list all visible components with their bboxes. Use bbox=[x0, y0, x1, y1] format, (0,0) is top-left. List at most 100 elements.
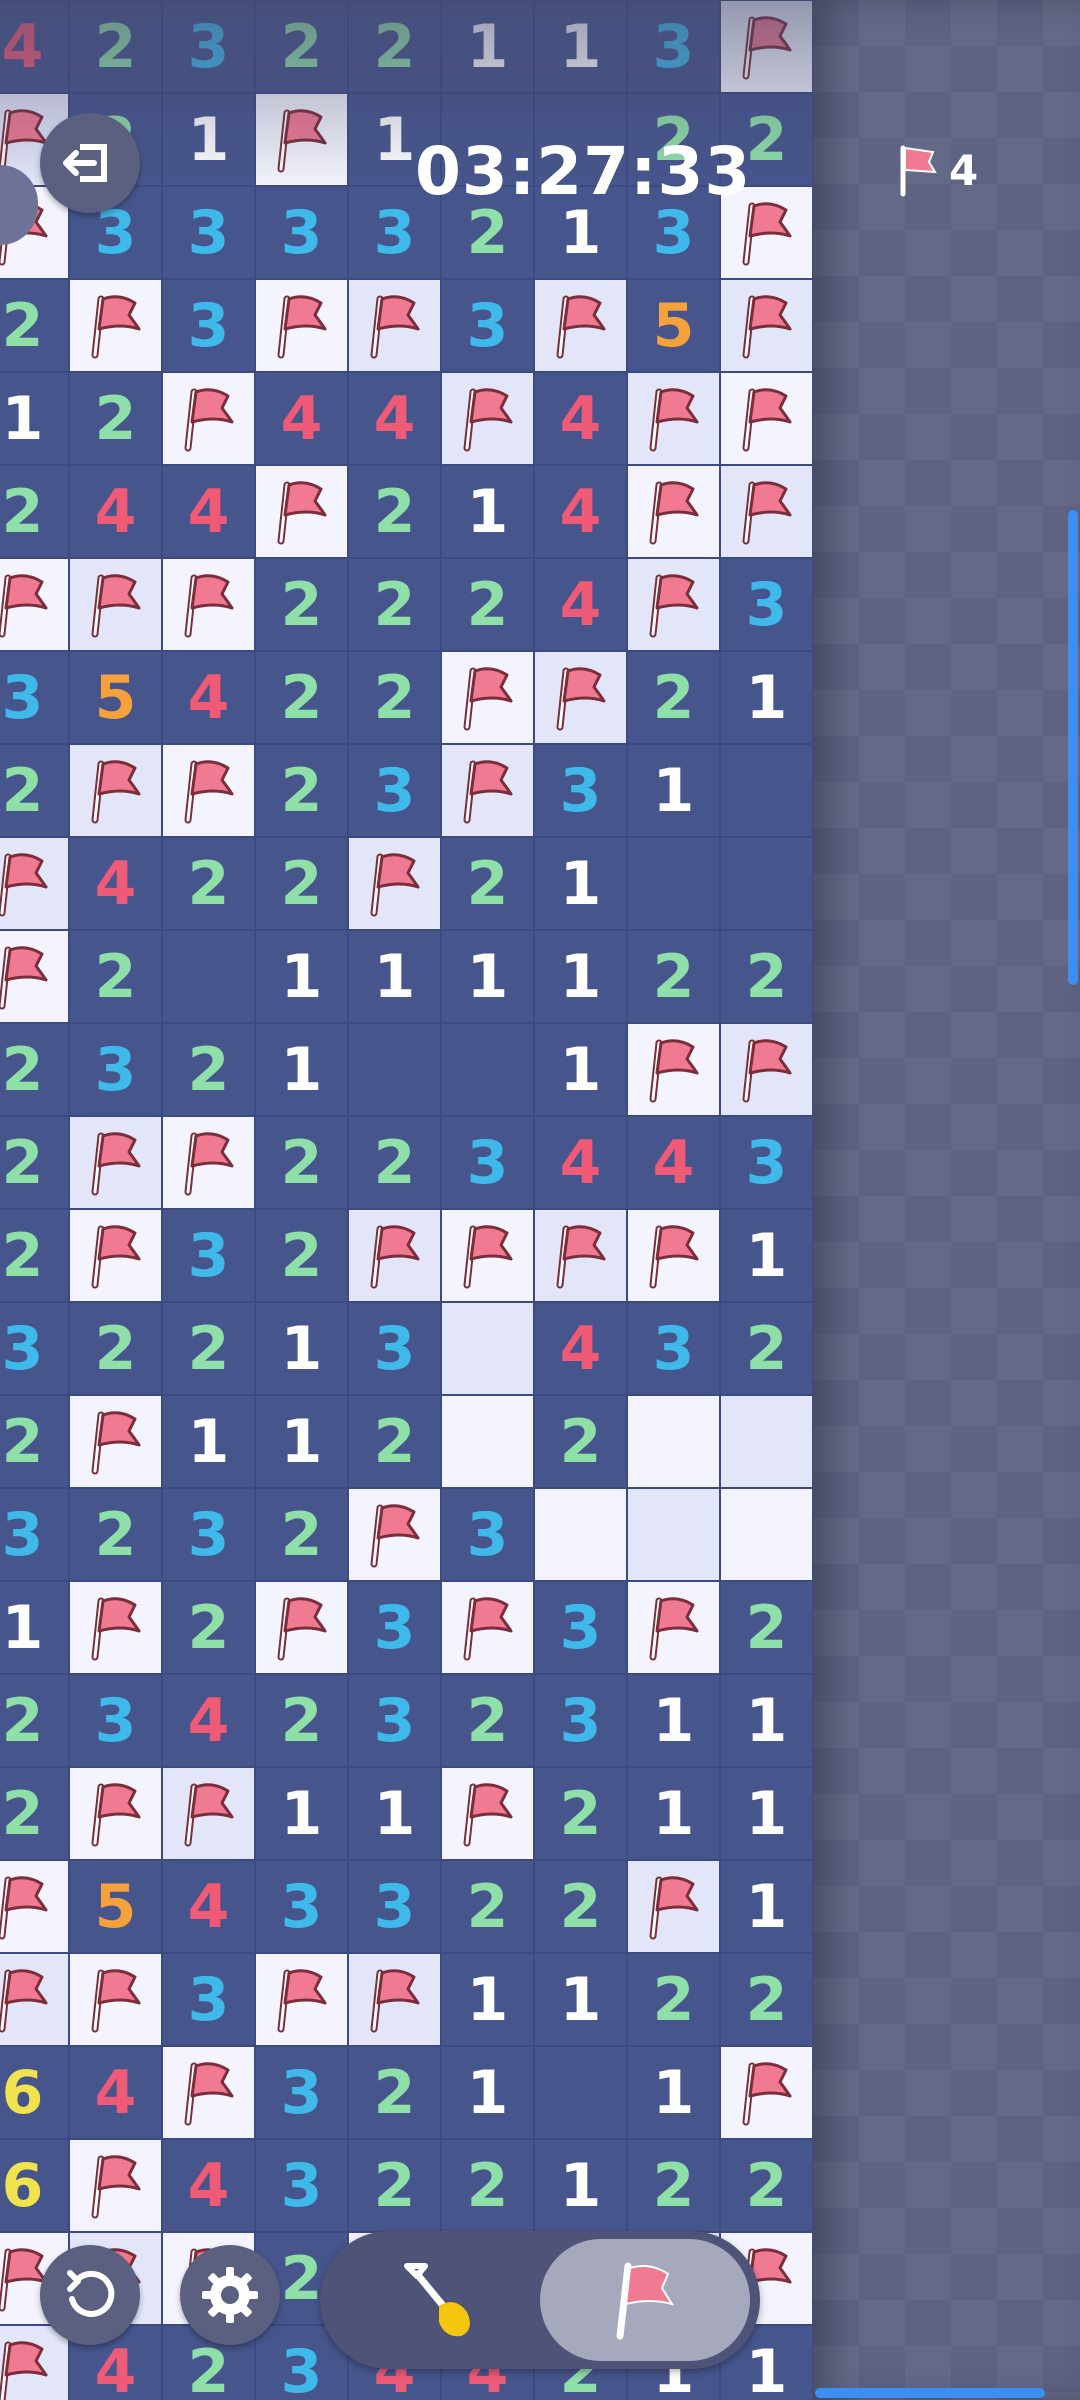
covered-cell[interactable] bbox=[720, 1488, 813, 1581]
number-cell[interactable]: 3 bbox=[348, 744, 441, 837]
number-cell[interactable]: 2 bbox=[627, 2139, 720, 2232]
number-cell[interactable]: 2 bbox=[348, 1116, 441, 1209]
number-cell[interactable]: 3 bbox=[441, 1488, 534, 1581]
flagged-cell[interactable] bbox=[0, 1953, 69, 2046]
number-cell[interactable]: 3 bbox=[720, 1116, 813, 1209]
number-cell[interactable]: 2 bbox=[720, 2139, 813, 2232]
empty-cell[interactable] bbox=[441, 1023, 534, 1116]
number-cell[interactable]: 1 bbox=[534, 837, 627, 930]
flagged-cell[interactable] bbox=[255, 1953, 348, 2046]
number-cell[interactable]: 3 bbox=[162, 279, 255, 372]
number-cell[interactable]: 4 bbox=[534, 372, 627, 465]
number-cell[interactable]: 3 bbox=[441, 279, 534, 372]
number-cell[interactable]: 3 bbox=[162, 186, 255, 279]
number-cell[interactable]: 2 bbox=[0, 1395, 69, 1488]
flagged-cell[interactable] bbox=[0, 837, 69, 930]
number-cell[interactable]: 2 bbox=[162, 837, 255, 930]
number-cell[interactable]: 2 bbox=[534, 1860, 627, 1953]
number-cell[interactable]: 2 bbox=[441, 1674, 534, 1767]
flagged-cell[interactable] bbox=[627, 558, 720, 651]
number-cell[interactable]: 2 bbox=[162, 1302, 255, 1395]
number-cell[interactable]: 1 bbox=[0, 1581, 69, 1674]
number-cell[interactable]: 3 bbox=[348, 1581, 441, 1674]
number-cell[interactable]: 2 bbox=[162, 1023, 255, 1116]
number-cell[interactable]: 4 bbox=[162, 2139, 255, 2232]
flagged-cell[interactable] bbox=[69, 1581, 162, 1674]
flagged-cell[interactable] bbox=[534, 651, 627, 744]
flagged-cell[interactable] bbox=[0, 558, 69, 651]
number-cell[interactable]: 4 bbox=[0, 0, 69, 93]
number-cell[interactable]: 4 bbox=[162, 651, 255, 744]
flagged-cell[interactable] bbox=[69, 1209, 162, 1302]
flagged-cell[interactable] bbox=[69, 1395, 162, 1488]
number-cell[interactable]: 5 bbox=[69, 1860, 162, 1953]
number-cell[interactable]: 1 bbox=[255, 930, 348, 1023]
flagged-cell[interactable] bbox=[348, 837, 441, 930]
scrollbar-horizontal[interactable] bbox=[815, 2388, 1045, 2398]
number-cell[interactable]: 3 bbox=[441, 1116, 534, 1209]
covered-cell[interactable] bbox=[627, 1395, 720, 1488]
number-cell[interactable]: 4 bbox=[255, 372, 348, 465]
number-cell[interactable]: 4 bbox=[534, 1116, 627, 1209]
number-cell[interactable]: 2 bbox=[69, 1302, 162, 1395]
number-cell[interactable]: 3 bbox=[162, 0, 255, 93]
number-cell[interactable]: 3 bbox=[534, 744, 627, 837]
number-cell[interactable]: 2 bbox=[69, 930, 162, 1023]
empty-cell[interactable] bbox=[720, 837, 813, 930]
number-cell[interactable]: 1 bbox=[534, 930, 627, 1023]
number-cell[interactable]: 2 bbox=[0, 1116, 69, 1209]
covered-cell[interactable] bbox=[534, 1488, 627, 1581]
number-cell[interactable]: 2 bbox=[69, 372, 162, 465]
number-cell[interactable]: 2 bbox=[348, 558, 441, 651]
number-cell[interactable]: 2 bbox=[0, 1767, 69, 1860]
flagged-cell[interactable] bbox=[69, 558, 162, 651]
number-cell[interactable]: 2 bbox=[627, 651, 720, 744]
empty-cell[interactable] bbox=[627, 837, 720, 930]
number-cell[interactable]: 2 bbox=[720, 1302, 813, 1395]
scrollbar-vertical[interactable] bbox=[1068, 510, 1078, 985]
covered-cell[interactable] bbox=[441, 1395, 534, 1488]
number-cell[interactable]: 3 bbox=[255, 2046, 348, 2139]
number-cell[interactable]: 2 bbox=[0, 1674, 69, 1767]
number-cell[interactable]: 1 bbox=[441, 1953, 534, 2046]
number-cell[interactable]: 5 bbox=[627, 279, 720, 372]
flagged-cell[interactable] bbox=[69, 744, 162, 837]
flagged-cell[interactable] bbox=[627, 1860, 720, 1953]
flagged-cell[interactable] bbox=[534, 279, 627, 372]
number-cell[interactable]: 2 bbox=[255, 651, 348, 744]
number-cell[interactable]: 2 bbox=[348, 2046, 441, 2139]
number-cell[interactable]: 1 bbox=[0, 372, 69, 465]
number-cell[interactable]: 4 bbox=[69, 837, 162, 930]
number-cell[interactable]: 1 bbox=[162, 93, 255, 186]
flagged-cell[interactable] bbox=[255, 1581, 348, 1674]
flagged-cell[interactable] bbox=[69, 2139, 162, 2232]
flagged-cell[interactable] bbox=[534, 1209, 627, 1302]
number-cell[interactable]: 2 bbox=[255, 558, 348, 651]
number-cell[interactable]: 2 bbox=[720, 930, 813, 1023]
flagged-cell[interactable] bbox=[720, 279, 813, 372]
flagged-cell[interactable] bbox=[255, 93, 348, 186]
number-cell[interactable]: 2 bbox=[441, 2139, 534, 2232]
number-cell[interactable]: 2 bbox=[441, 837, 534, 930]
number-cell[interactable]: 3 bbox=[69, 1674, 162, 1767]
number-cell[interactable]: 1 bbox=[348, 930, 441, 1023]
covered-cell[interactable] bbox=[441, 1302, 534, 1395]
number-cell[interactable]: 3 bbox=[348, 1860, 441, 1953]
flagged-cell[interactable] bbox=[69, 1116, 162, 1209]
flagged-cell[interactable] bbox=[627, 372, 720, 465]
empty-cell[interactable] bbox=[348, 1023, 441, 1116]
number-cell[interactable]: 1 bbox=[441, 930, 534, 1023]
number-cell[interactable]: 2 bbox=[348, 1395, 441, 1488]
flagged-cell[interactable] bbox=[441, 744, 534, 837]
number-cell[interactable]: 2 bbox=[348, 0, 441, 93]
number-cell[interactable]: 4 bbox=[162, 1860, 255, 1953]
number-cell[interactable]: 3 bbox=[534, 1581, 627, 1674]
number-cell[interactable]: 1 bbox=[720, 1767, 813, 1860]
number-cell[interactable]: 1 bbox=[534, 2139, 627, 2232]
number-cell[interactable]: 2 bbox=[69, 0, 162, 93]
number-cell[interactable]: 2 bbox=[627, 930, 720, 1023]
flagged-cell[interactable] bbox=[69, 1953, 162, 2046]
number-cell[interactable]: 6 bbox=[0, 2139, 69, 2232]
number-cell[interactable]: 3 bbox=[255, 1860, 348, 1953]
number-cell[interactable]: 1 bbox=[255, 1023, 348, 1116]
